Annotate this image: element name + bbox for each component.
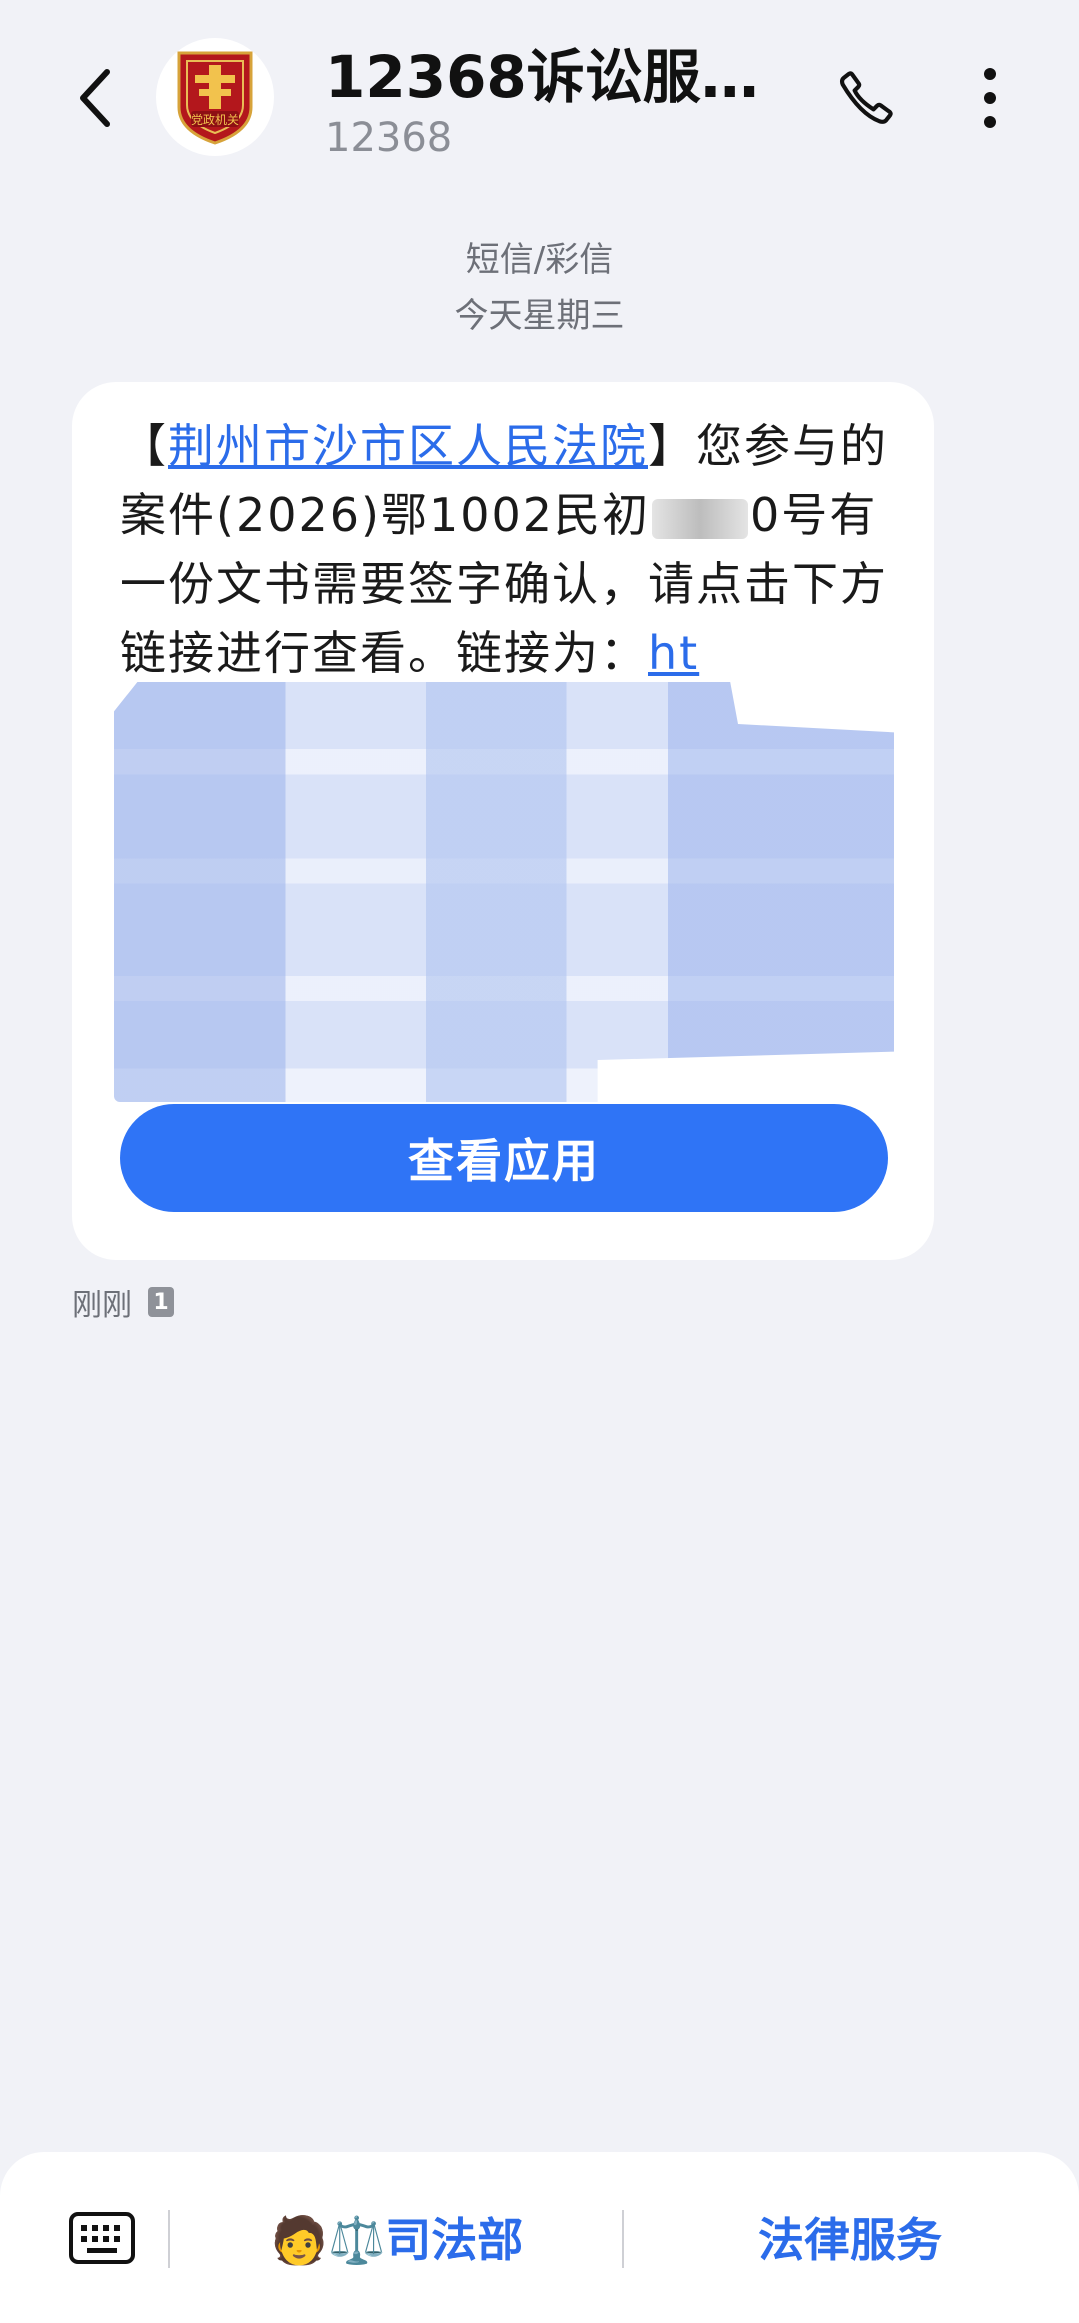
- url-link[interactable]: ht: [648, 626, 699, 680]
- menu-justice-ministry[interactable]: 🧑⚖️司法部: [172, 2202, 622, 2272]
- bracket-open: 【: [120, 419, 168, 473]
- redacted-case-number: [652, 498, 749, 539]
- contact-avatar[interactable]: 党政机关: [156, 38, 274, 156]
- contact-number: 12368: [325, 115, 453, 161]
- avatar-badge-text: 党政机关: [191, 112, 239, 127]
- call-button[interactable]: [826, 58, 906, 138]
- keyboard-icon: [69, 2212, 135, 2264]
- timestamp-text: 刚刚: [72, 1288, 132, 1323]
- more-options-button[interactable]: [955, 58, 1025, 138]
- menu-legal-services[interactable]: 法律服务: [630, 2202, 1070, 2272]
- conversation-header: 党政机关 12368诉讼服务… 12368: [0, 0, 1079, 190]
- message-bubble[interactable]: 【荆州市沙市区人民法院】您参与的案件(2026)鄂1002民初 0号有一份文书需要…: [72, 382, 934, 1260]
- sim-card-badge: 1: [148, 1287, 174, 1317]
- keyboard-button[interactable]: [64, 2207, 140, 2269]
- phone-icon: [839, 71, 893, 124]
- message-type-label: 短信/彩信: [465, 240, 614, 280]
- more-vertical-icon: [984, 68, 996, 128]
- bottom-menu-bar: 🧑⚖️司法部 法律服务: [0, 2152, 1079, 2323]
- menu-divider: [168, 2210, 170, 2268]
- case-suffix: 0号: [750, 488, 830, 542]
- message-body: 【荆州市沙市区人民法院】您参与的案件(2026)鄂1002民初 0号有一份文书需要…: [120, 412, 900, 688]
- party-government-emblem-icon: 党政机关: [177, 51, 253, 145]
- view-app-button[interactable]: 查看应用: [120, 1104, 888, 1212]
- menu-divider: [622, 2210, 624, 2268]
- sender-link[interactable]: 荆州市沙市区人民法院: [168, 419, 648, 473]
- message-timestamp: 刚刚 1: [72, 1280, 174, 1324]
- contact-title: 12368诉讼服务…: [325, 43, 795, 111]
- back-button[interactable]: [60, 58, 130, 138]
- redacted-url-block: [114, 682, 894, 1102]
- back-arrow-icon: [80, 69, 110, 127]
- date-separator: 今天星期三: [454, 296, 625, 336]
